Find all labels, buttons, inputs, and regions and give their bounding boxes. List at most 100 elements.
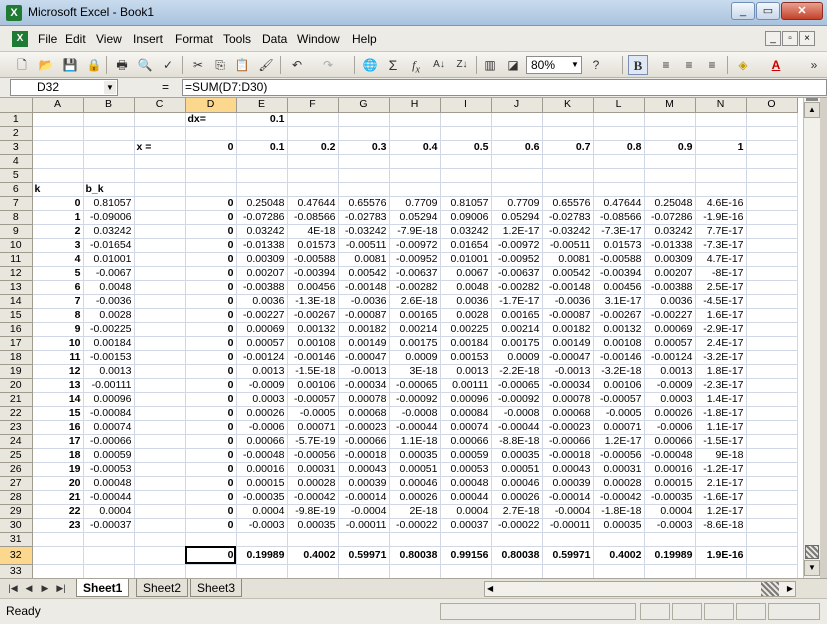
chevron-down-icon[interactable]: ▼ (569, 57, 581, 73)
cell-i24[interactable]: 0.00066 (440, 434, 492, 449)
cell-a33[interactable] (32, 564, 84, 578)
cell-b20[interactable]: -0.00111 (83, 378, 135, 393)
cell-a19[interactable]: 12 (32, 364, 84, 379)
cell-g4[interactable] (338, 154, 390, 169)
cell-b7[interactable]: 0.81057 (83, 196, 135, 211)
new-icon[interactable]: 🗋 (12, 55, 32, 75)
cell-e20[interactable]: -0.0009 (236, 378, 288, 393)
cell-n29[interactable]: 1.2E-17 (695, 504, 747, 519)
cell-b24[interactable]: -0.00066 (83, 434, 135, 449)
cell-a15[interactable]: 8 (32, 308, 84, 323)
column-header-i[interactable]: I (440, 98, 492, 113)
cell-h20[interactable]: -0.00065 (389, 378, 441, 393)
cell-k15[interactable]: -0.00087 (542, 308, 594, 323)
cell-b11[interactable]: 0.01001 (83, 252, 135, 267)
cell-i21[interactable]: 0.00096 (440, 392, 492, 407)
cell-a30[interactable]: 23 (32, 518, 84, 533)
cell-l25[interactable]: -0.00056 (593, 448, 645, 463)
cell-n11[interactable]: 4.7E-17 (695, 252, 747, 267)
row-header[interactable]: 26 (0, 462, 33, 477)
cell-f8[interactable]: -0.08566 (287, 210, 339, 225)
cell-e25[interactable]: -0.00048 (236, 448, 288, 463)
cell-f29[interactable]: -9.8E-19 (287, 504, 339, 519)
cell-l20[interactable]: 0.00106 (593, 378, 645, 393)
cell-o1[interactable] (746, 112, 798, 127)
menu-edit[interactable]: Edit (65, 32, 86, 46)
cell-h27[interactable]: 0.00046 (389, 476, 441, 491)
cell-c15[interactable] (134, 308, 186, 323)
cell-o17[interactable] (746, 336, 798, 351)
cell-c31[interactable] (134, 532, 186, 547)
cell-d11[interactable]: 0 (185, 252, 237, 267)
cell-b18[interactable]: -0.00153 (83, 350, 135, 365)
cell-m1[interactable] (644, 112, 696, 127)
cell-j8[interactable]: 0.05294 (491, 210, 543, 225)
align-left-icon[interactable]: ≡ (656, 55, 676, 75)
cell-e10[interactable]: -0.01338 (236, 238, 288, 253)
cell-i31[interactable] (440, 532, 492, 547)
cell-m2[interactable] (644, 126, 696, 141)
column-header-h[interactable]: H (389, 98, 441, 113)
menu-insert[interactable]: Insert (133, 32, 163, 46)
cell-k9[interactable]: -0.03242 (542, 224, 594, 239)
cell-o11[interactable] (746, 252, 798, 267)
cell-l10[interactable]: 0.01573 (593, 238, 645, 253)
workbook-minimize-button[interactable]: _ (765, 31, 781, 46)
cell-d4[interactable] (185, 154, 237, 169)
sort-descending-icon[interactable]: Z↓ (452, 55, 472, 75)
cell-f30[interactable]: 0.00035 (287, 518, 339, 533)
cell-d32[interactable]: 0 (185, 546, 237, 565)
cell-l28[interactable]: -0.00042 (593, 490, 645, 505)
cell-m25[interactable]: -0.00048 (644, 448, 696, 463)
cell-i1[interactable] (440, 112, 492, 127)
cell-l3[interactable]: 0.8 (593, 140, 645, 155)
cell-k18[interactable]: -0.00047 (542, 350, 594, 365)
cell-m22[interactable]: 0.00026 (644, 406, 696, 421)
worksheet-grid[interactable]: ABCDEFGHIJKLMNO 1 dx= 0.1 2 3 x = 0 0.1 0.2 0.3 0.… (0, 98, 803, 578)
cell-b13[interactable]: 0.0048 (83, 280, 135, 295)
cell-b5[interactable] (83, 168, 135, 183)
cell-j6[interactable] (491, 182, 543, 197)
scroll-down-icon[interactable]: ▼ (804, 560, 820, 576)
cell-b30[interactable]: -0.00037 (83, 518, 135, 533)
cell-n19[interactable]: 1.8E-17 (695, 364, 747, 379)
cell-c18[interactable] (134, 350, 186, 365)
cell-j24[interactable]: -8.8E-18 (491, 434, 543, 449)
align-center-icon[interactable]: ≡ (679, 55, 699, 75)
cell-c21[interactable] (134, 392, 186, 407)
cell-e18[interactable]: -0.00124 (236, 350, 288, 365)
cell-a7[interactable]: 0 (32, 196, 84, 211)
row-header[interactable]: 4 (0, 154, 33, 169)
cell-i14[interactable]: 0.0036 (440, 294, 492, 309)
cell-j25[interactable]: 0.00035 (491, 448, 543, 463)
cell-k25[interactable]: -0.00018 (542, 448, 594, 463)
row-header[interactable]: 30 (0, 518, 33, 533)
cell-f3[interactable]: 0.2 (287, 140, 339, 155)
cell-g20[interactable]: -0.00034 (338, 378, 390, 393)
cell-m3[interactable]: 0.9 (644, 140, 696, 155)
cell-j3[interactable]: 0.6 (491, 140, 543, 155)
cell-f22[interactable]: -0.0005 (287, 406, 339, 421)
cell-n17[interactable]: 2.4E-17 (695, 336, 747, 351)
cell-k8[interactable]: -0.02783 (542, 210, 594, 225)
row-header[interactable]: 2 (0, 126, 33, 141)
cell-n2[interactable] (695, 126, 747, 141)
cell-b19[interactable]: 0.0013 (83, 364, 135, 379)
cell-l8[interactable]: -0.08566 (593, 210, 645, 225)
cell-e33[interactable] (236, 564, 288, 578)
cell-h10[interactable]: -0.00972 (389, 238, 441, 253)
cell-h17[interactable]: 0.00175 (389, 336, 441, 351)
cell-g7[interactable]: 0.65576 (338, 196, 390, 211)
cell-m6[interactable] (644, 182, 696, 197)
cell-g3[interactable]: 0.3 (338, 140, 390, 155)
help-icon[interactable]: ? (586, 55, 606, 75)
cell-l1[interactable] (593, 112, 645, 127)
cell-i23[interactable]: 0.00074 (440, 420, 492, 435)
cell-m33[interactable] (644, 564, 696, 578)
cell-c33[interactable] (134, 564, 186, 578)
cell-c14[interactable] (134, 294, 186, 309)
cell-d18[interactable]: 0 (185, 350, 237, 365)
cell-d15[interactable]: 0 (185, 308, 237, 323)
fill-color-icon[interactable]: ◈ (733, 55, 753, 75)
row-header[interactable]: 25 (0, 448, 33, 463)
